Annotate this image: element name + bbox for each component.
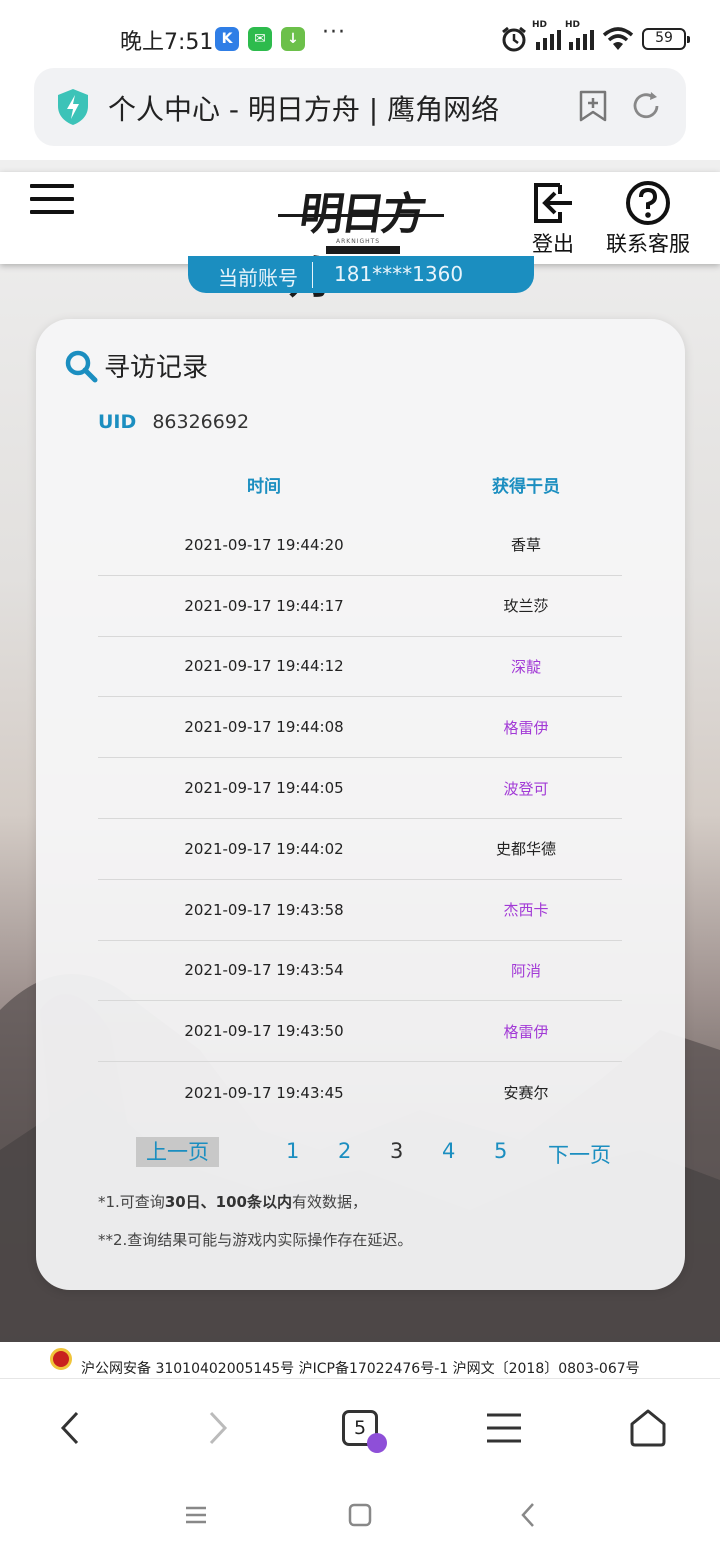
- back-button[interactable]: [42, 1403, 98, 1453]
- record-time: 2021-09-17 19:43:45: [184, 1083, 344, 1102]
- system-home-icon[interactable]: [348, 1502, 372, 1528]
- battery-icon: 59: [642, 28, 690, 50]
- tabs-icon: 5: [342, 1410, 387, 1453]
- record-time: 2021-09-17 19:43:54: [184, 961, 344, 980]
- police-badge-icon: [50, 1348, 72, 1370]
- tab-count: 5: [353, 1417, 367, 1439]
- record-time: 2021-09-17 19:44:02: [184, 839, 344, 858]
- record-operator: 安赛尔: [503, 1084, 549, 1103]
- section-title: 寻访记录: [104, 353, 209, 383]
- back-icon: [60, 1411, 79, 1445]
- system-back-icon[interactable]: [518, 1502, 538, 1528]
- recents-icon[interactable]: [183, 1502, 209, 1528]
- wifi-icon: [602, 27, 634, 50]
- record-time: 2021-09-17 19:44:20: [184, 535, 344, 554]
- reload-icon[interactable]: [630, 90, 662, 122]
- record-operator: 史都华德: [495, 840, 556, 859]
- home-button[interactable]: [620, 1403, 676, 1453]
- record-operator: 格雷伊: [503, 1022, 549, 1041]
- note-1: *1.可查询30日、100条以内有效数据，: [98, 1193, 368, 1211]
- hamburger-menu-icon: [487, 1413, 521, 1443]
- column-header-time: 时间: [247, 476, 281, 497]
- icp-footer: 沪公网安备 31010402005145号 沪ICP备17022476号-1 沪…: [0, 1342, 720, 1380]
- logout-button[interactable]: 登出: [530, 178, 576, 258]
- next-page-button[interactable]: 下一页: [548, 1139, 611, 1169]
- record-time: 2021-09-17 19:44:05: [184, 779, 344, 798]
- record-operator: 波登可: [503, 779, 549, 798]
- incognito-icon: [367, 1433, 387, 1453]
- page-2-button[interactable]: 2: [338, 1139, 351, 1163]
- record-time: 2021-09-17 19:44:17: [184, 596, 344, 615]
- arknights-logo[interactable]: 明日方舟 ARKNIGHTS: [278, 176, 444, 304]
- table-row: 2021-09-17 19:44:05 波登可: [98, 758, 622, 819]
- table-row: 2021-09-17 19:44:02 史都华德: [98, 819, 622, 880]
- icp-text[interactable]: 沪公网安备 31010402005145号 沪ICP备17022476号-1 沪…: [81, 1358, 640, 1378]
- uid-value: 86326692: [152, 411, 250, 433]
- current-account-bar: 当前账号 181****1360: [188, 256, 534, 293]
- table-row: 2021-09-17 19:44:20 香草: [98, 515, 622, 576]
- uid-row: UID 86326692: [98, 411, 249, 433]
- help-icon: [626, 181, 670, 225]
- record-operator: 格雷伊: [503, 718, 549, 737]
- logout-icon: [534, 183, 572, 223]
- table-row: 2021-09-17 19:43:45 安赛尔: [98, 1062, 622, 1123]
- more-notifications-icon: ···: [322, 20, 346, 45]
- note-2: **2.查询结果可能与游戏内实际操作存在延迟。: [98, 1231, 413, 1249]
- page-4-button[interactable]: 4: [442, 1139, 455, 1163]
- add-bookmark-icon[interactable]: [578, 90, 608, 122]
- records-table: 时间 获得干员 2021-09-17 19:44:20 香草 2021-09-17 …: [98, 453, 622, 1123]
- site-header: 明日方舟 ARKNIGHTS 登出 联系客服: [0, 172, 720, 304]
- table-row: 2021-09-17 19:44:17 玫兰莎: [98, 576, 622, 637]
- support-label: 联系客服: [606, 232, 690, 256]
- forward-icon: [209, 1411, 228, 1445]
- table-row: 2021-09-17 19:44:12 深靛: [98, 637, 622, 698]
- record-time: 2021-09-17 19:44:08: [184, 718, 344, 737]
- logo-subtext: ARKNIGHTS: [336, 238, 381, 245]
- support-button[interactable]: 联系客服: [606, 178, 690, 258]
- k-app-icon: K: [215, 27, 239, 51]
- table-row: 2021-09-17 19:43:54 阿消: [98, 941, 622, 1002]
- record-operator: 深靛: [510, 657, 541, 676]
- status-bar: 晚上7:51 K ✉ ↓ ··· HD HD 59: [0, 0, 720, 72]
- page-title: 个人中心 - 明日方舟 | 鹰角网络: [108, 93, 500, 126]
- page-3-current[interactable]: 3: [390, 1139, 403, 1163]
- table-header: 时间 获得干员: [98, 453, 622, 515]
- shield-icon: [58, 89, 88, 125]
- search-icon: [65, 350, 98, 382]
- system-nav-bar: [0, 1478, 720, 1560]
- menu-icon[interactable]: [30, 184, 74, 218]
- status-time: 晚上7:51: [120, 30, 214, 55]
- record-operator: 阿消: [510, 961, 541, 980]
- home-icon: [630, 1409, 666, 1447]
- address-bar[interactable]: 个人中心 - 明日方舟 | 鹰角网络: [34, 68, 686, 146]
- record-operator: 杰西卡: [503, 901, 549, 920]
- uid-label: UID: [98, 411, 137, 433]
- alarm-icon: [502, 26, 526, 52]
- record-time: 2021-09-17 19:43:50: [184, 1022, 344, 1041]
- signal-1-icon: HD: [532, 20, 561, 50]
- record-time: 2021-09-17 19:43:58: [184, 900, 344, 919]
- tabs-button[interactable]: 5: [332, 1403, 388, 1453]
- browser-bottom-nav: 5: [0, 1378, 720, 1478]
- page-1-button[interactable]: 1: [286, 1139, 299, 1163]
- column-header-operator: 获得干员: [492, 476, 560, 497]
- table-row: 2021-09-17 19:44:08 格雷伊: [98, 697, 622, 759]
- page-5-button[interactable]: 5: [494, 1139, 507, 1163]
- download-icon: ↓: [281, 27, 305, 51]
- logout-label: 登出: [532, 232, 574, 256]
- record-operator: 玫兰莎: [503, 597, 549, 616]
- table-row: 2021-09-17 19:43:50 格雷伊: [98, 1001, 622, 1063]
- prev-page-button[interactable]: 上一页: [136, 1137, 219, 1167]
- wechat-icon: ✉: [248, 27, 272, 51]
- account-value: 181****1360: [334, 262, 464, 286]
- forward-button[interactable]: [190, 1403, 246, 1453]
- menu-button[interactable]: [476, 1403, 532, 1453]
- signal-2-icon: HD: [565, 20, 594, 50]
- records-card: 寻访记录 UID 86326692 时间 获得干员 2021-09-17 19:…: [36, 319, 685, 1290]
- table-row: 2021-09-17 19:43:58 杰西卡: [98, 880, 622, 941]
- account-label: 当前账号: [218, 266, 298, 290]
- record-time: 2021-09-17 19:44:12: [184, 657, 344, 676]
- record-operator: 香草: [510, 536, 541, 555]
